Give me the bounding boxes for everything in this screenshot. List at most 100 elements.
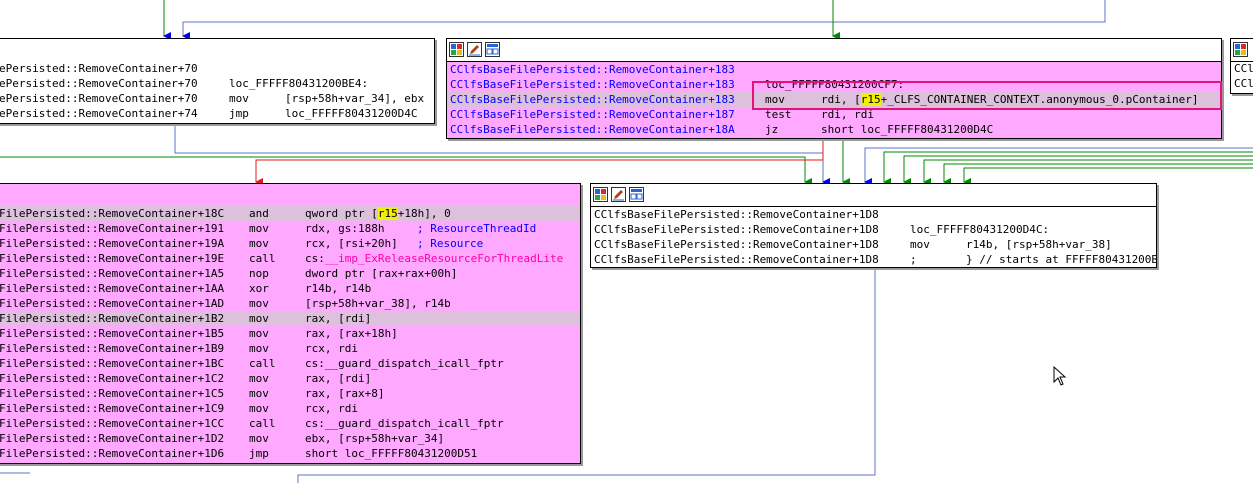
- mnemonic[interactable]: mov: [249, 431, 269, 446]
- mnemonic[interactable]: jmp: [229, 106, 249, 121]
- operands[interactable]: r14b, [rsp+58h+var_38]: [966, 237, 1112, 252]
- disasm-row[interactable]: FilePersisted::RemoveContainer+1C5 mov rax…: [0, 386, 580, 401]
- mnemonic[interactable]: mov: [249, 311, 269, 326]
- mnemonic[interactable]: nop: [249, 266, 269, 281]
- mnemonic[interactable]: jmp: [249, 446, 269, 461]
- operands[interactable]: [rsp+58h+var_34], ebx: [285, 91, 424, 106]
- code-block-bottom-left[interactable]: FilePersisted::RemoveContainer+18C and qwo…: [0, 183, 581, 464]
- address-label[interactable]: ePersisted::RemoveContainer+70: [0, 76, 198, 91]
- disasm-row[interactable]: CClfsBaseFilePersisted::RemoveContainer+…: [591, 252, 1156, 267]
- address-label[interactable]: CClfsBaseFilePersisted::RemoveContainer+…: [450, 107, 735, 122]
- address-label[interactable]: FilePersisted::RemoveContainer+1C9: [0, 401, 224, 416]
- operands[interactable]: } // starts at FFFFF80431200BB4: [966, 252, 1156, 267]
- register-highlight[interactable]: r15: [377, 207, 398, 220]
- address-label[interactable]: ePersisted::RemoveContainer+70: [0, 91, 198, 106]
- address-label[interactable]: CClfsBaseFilePersisted::RemoveContainer+…: [594, 207, 879, 222]
- graph-color-icon[interactable]: [1233, 42, 1248, 57]
- address-label[interactable]: FilePersisted::RemoveContainer+19E: [0, 251, 224, 266]
- address-label[interactable]: CClfsBaseFilePersisted::RemoveContainer+…: [450, 62, 735, 77]
- code-block-top-left[interactable]: ePersisted::RemoveContainer+70 ePersisted…: [0, 38, 435, 124]
- address-label[interactable]: CClfsBaseFilePersisted::RemoveContainer+…: [594, 252, 879, 267]
- graph-color-icon[interactable]: [593, 187, 608, 202]
- address-label[interactable]: ePersisted::RemoveContainer+70: [0, 61, 198, 76]
- address-label[interactable]: CClfsBaseFilePersisted::RemoveContainer+…: [594, 237, 879, 252]
- address-label[interactable]: CClfsBaseFilePersisted::RemoveContainer+…: [450, 122, 735, 137]
- mnemonic[interactable]: mov: [910, 237, 930, 252]
- address-label[interactable]: FilePersisted::RemoveContainer+19A: [0, 236, 224, 251]
- disasm-row[interactable]: FilePersisted::RemoveContainer+1B5 mov rax…: [0, 326, 580, 341]
- edit-icon[interactable]: [611, 187, 626, 202]
- mnemonic[interactable]: loc_FFFFF80431200D4C:: [910, 222, 1049, 237]
- operands[interactable]: rcx, rdi: [305, 341, 358, 356]
- mnemonic[interactable]: ;: [910, 252, 917, 267]
- address-label[interactable]: CCl: [1234, 76, 1253, 91]
- operands[interactable]: rcx, [rsi+20h]: [305, 236, 398, 251]
- operands[interactable]: ebx, [rsp+58h+var_34]: [305, 431, 444, 446]
- graph-color-icon[interactable]: [449, 42, 464, 57]
- disasm-row[interactable]: FilePersisted::RemoveContainer+1B2 mov rax…: [0, 311, 580, 326]
- code-block-top-right[interactable]: CCl CCl: [1230, 38, 1253, 94]
- disasm-row[interactable]: FilePersisted::RemoveContainer+1C9 mov rcx…: [0, 401, 580, 416]
- disasm-row[interactable]: ePersisted::RemoveContainer+74 jmp loc_FFF…: [0, 106, 434, 121]
- operands[interactable]: rcx, rdi: [305, 401, 358, 416]
- mnemonic[interactable]: mov: [249, 401, 269, 416]
- graph-overview-icon[interactable]: [629, 187, 644, 202]
- operands[interactable]: cs:__imp_ExReleaseResourceForThreadLite: [305, 251, 563, 266]
- mnemonic[interactable]: mov: [229, 91, 249, 106]
- disasm-row[interactable]: FilePersisted::RemoveContainer+1C2 mov rax…: [0, 371, 580, 386]
- disasm-row[interactable]: FilePersisted::RemoveContainer+19A mov rcx…: [0, 236, 580, 251]
- operands[interactable]: [rsp+58h+var_38], r14b: [305, 296, 451, 311]
- address-label[interactable]: FilePersisted::RemoveContainer+1B9: [0, 341, 224, 356]
- disasm-row[interactable]: CClfsBaseFilePersisted::RemoveContainer+…: [591, 222, 1156, 237]
- disasm-row[interactable]: CClfsBaseFilePersisted::RemoveContainer+…: [447, 62, 1221, 77]
- disasm-row[interactable]: FilePersisted::RemoveContainer+191 mov rdx…: [0, 221, 580, 236]
- mnemonic[interactable]: call: [249, 251, 276, 266]
- operands[interactable]: rdx, gs:188h: [305, 221, 384, 236]
- operands[interactable]: cs:__guard_dispatch_icall_fptr: [305, 416, 504, 431]
- mnemonic[interactable]: mov: [249, 341, 269, 356]
- mnemonic[interactable]: xor: [249, 281, 269, 296]
- operands[interactable]: cs:__guard_dispatch_icall_fptr: [305, 356, 504, 371]
- disasm-row[interactable]: FilePersisted::RemoveContainer+1B9 mov rcx…: [0, 341, 580, 356]
- import-name[interactable]: __imp_ExReleaseResourceForThreadLite: [325, 252, 563, 265]
- address-label[interactable]: FilePersisted::RemoveContainer+1AD: [0, 296, 224, 311]
- mnemonic[interactable]: mov: [249, 371, 269, 386]
- disasm-row[interactable]: CCl: [1231, 76, 1253, 91]
- code-block-bottom-right[interactable]: CClfsBaseFilePersisted::RemoveContainer+…: [590, 183, 1157, 268]
- address-label[interactable]: CCl: [1234, 61, 1253, 76]
- disasm-row[interactable]: FilePersisted::RemoveContainer+1D2 mov ebx…: [0, 431, 580, 446]
- disasm-row[interactable]: CClfsBaseFilePersisted::RemoveContainer+…: [447, 122, 1221, 137]
- mnemonic[interactable]: call: [249, 356, 276, 371]
- address-label[interactable]: ePersisted::RemoveContainer+74: [0, 106, 198, 121]
- address-label[interactable]: CClfsBaseFilePersisted::RemoveContainer+…: [450, 77, 735, 92]
- mnemonic[interactable]: mov: [249, 386, 269, 401]
- disasm-row[interactable]: CClfsBaseFilePersisted::RemoveContainer+…: [591, 237, 1156, 252]
- operands[interactable]: rax, [rdi]: [305, 311, 371, 326]
- disasm-row[interactable]: FilePersisted::RemoveContainer+19E call cs…: [0, 251, 580, 266]
- comment[interactable]: ; ResourceThreadId: [417, 221, 536, 236]
- mnemonic[interactable]: and: [249, 206, 269, 221]
- disasm-row[interactable]: FilePersisted::RemoveContainer+1BC call cs…: [0, 356, 580, 371]
- operands[interactable]: rax, [rax+8]: [305, 386, 384, 401]
- address-label[interactable]: FilePersisted::RemoveContainer+1A5: [0, 266, 224, 281]
- comment[interactable]: ; Resource: [417, 236, 483, 251]
- mnemonic[interactable]: mov: [249, 236, 269, 251]
- disasm-row[interactable]: FilePersisted::RemoveContainer+1CC call cs…: [0, 416, 580, 431]
- address-label[interactable]: FilePersisted::RemoveContainer+1BC: [0, 356, 224, 371]
- disasm-row[interactable]: FilePersisted::RemoveContainer+1AD mov [rs…: [0, 296, 580, 311]
- operands[interactable]: loc_FFFFF80431200D4C: [285, 106, 417, 121]
- disasm-row[interactable]: FilePersisted::RemoveContainer+1A5 nop dwo…: [0, 266, 580, 281]
- address-label[interactable]: FilePersisted::RemoveContainer+1D2: [0, 431, 224, 446]
- mnemonic[interactable]: mov: [249, 326, 269, 341]
- address-label[interactable]: FilePersisted::RemoveContainer+1B5: [0, 326, 224, 341]
- operands[interactable]: dword ptr [rax+rax+00h]: [305, 266, 457, 281]
- address-label[interactable]: FilePersisted::RemoveContainer+1D6: [0, 446, 224, 461]
- address-label[interactable]: CClfsBaseFilePersisted::RemoveContainer+…: [594, 222, 879, 237]
- disasm-row[interactable]: ePersisted::RemoveContainer+70 loc_FFFFF8…: [0, 76, 434, 91]
- mnemonic[interactable]: call: [249, 416, 276, 431]
- edit-icon[interactable]: [467, 42, 482, 57]
- address-label[interactable]: FilePersisted::RemoveContainer+18C: [0, 206, 224, 221]
- disasm-row[interactable]: CCl: [1231, 61, 1253, 76]
- mnemonic[interactable]: mov: [249, 221, 269, 236]
- operands[interactable]: short loc_FFFFF80431200D4C: [821, 122, 993, 137]
